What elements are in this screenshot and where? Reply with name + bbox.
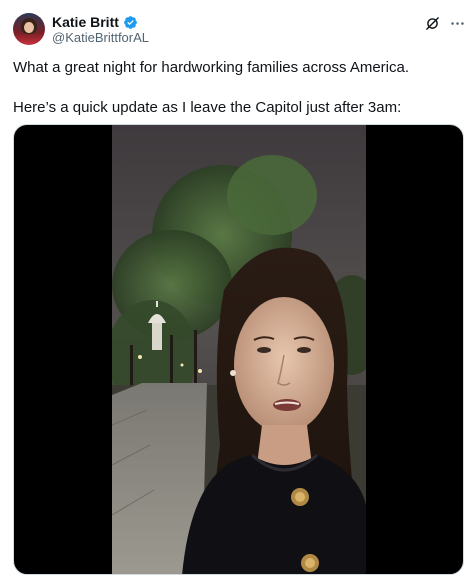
avatar-face bbox=[24, 22, 34, 33]
author-name-row: Katie Britt bbox=[52, 13, 138, 31]
tweet-text-line-2: Here’s a quick update as I leave the Cap… bbox=[13, 99, 402, 116]
verified-badge-icon bbox=[124, 15, 137, 29]
avatar[interactable] bbox=[13, 13, 45, 45]
grok-icon[interactable] bbox=[424, 15, 441, 32]
more-icon[interactable] bbox=[449, 15, 466, 32]
tweet: Katie Britt @KatieBrittforAL What a grea… bbox=[0, 0, 473, 578]
tweet-text: What a great night for hardworking famil… bbox=[13, 58, 463, 118]
video-frame bbox=[112, 125, 366, 574]
tweet-text-line-1: What a great night for hardworking famil… bbox=[13, 59, 409, 76]
author-handle[interactable]: @KatieBrittforAL bbox=[52, 30, 149, 45]
author-display-name[interactable]: Katie Britt bbox=[52, 14, 119, 30]
tweet-video[interactable] bbox=[13, 124, 464, 575]
